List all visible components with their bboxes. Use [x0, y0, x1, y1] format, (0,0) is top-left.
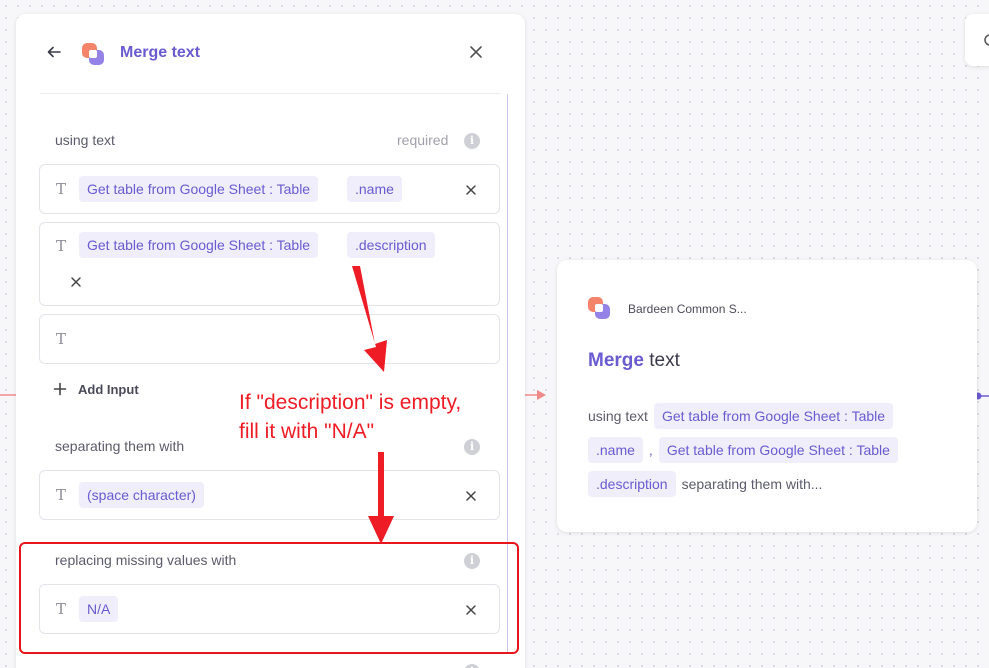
text-type-icon: T: [56, 486, 67, 504]
node-title-rest: text: [649, 350, 680, 371]
info-icon[interactable]: i: [464, 133, 480, 149]
separator-input[interactable]: T (space character): [39, 470, 500, 520]
node-comma: ,: [648, 442, 653, 458]
node-title: Merge text: [588, 350, 680, 372]
node-app-name: Bardeen Common S...: [628, 302, 747, 316]
node-summary-line-2: .name , Get table from Google Sheet : Ta…: [588, 437, 898, 463]
text-input-2[interactable]: T Get table from Google Sheet : Table .d…: [39, 222, 500, 306]
panel-title: Merge text: [120, 44, 201, 61]
required-label: required: [397, 132, 449, 148]
node-summary-line-3: .description separating them with...: [588, 471, 822, 497]
text-type-icon: T: [56, 180, 67, 198]
remove-icon[interactable]: [69, 275, 83, 289]
using-text-label: using text: [55, 132, 115, 148]
node-field-chip: .name: [588, 437, 643, 463]
node-summary-line-1: using text Get table from Google Sheet :…: [588, 403, 894, 429]
node-variable-chip: Get table from Google Sheet : Table: [658, 437, 898, 463]
field-chip[interactable]: .name: [347, 176, 402, 202]
text-type-icon: T: [56, 330, 67, 348]
node-using-text-label: using text: [588, 408, 648, 424]
node-field-chip: .description: [588, 471, 676, 497]
app-logo-icon: [588, 297, 610, 319]
info-icon[interactable]: i: [464, 664, 480, 668]
node-variable-chip: Get table from Google Sheet : Table: [653, 403, 894, 429]
close-icon[interactable]: [468, 44, 484, 60]
add-input-label: Add Input: [78, 382, 139, 397]
back-arrow-icon[interactable]: [45, 43, 63, 61]
node-title-accent: Merge: [588, 350, 644, 371]
merge-text-node[interactable]: Bardeen Common S... Merge text using tex…: [557, 260, 977, 532]
node-trailing-text: separating them with...: [681, 476, 823, 492]
variable-chip[interactable]: Get table from Google Sheet : Table: [79, 232, 319, 258]
panel-header: Merge text: [16, 14, 525, 94]
variable-chip[interactable]: Get table from Google Sheet : Table: [79, 176, 319, 202]
text-input-empty[interactable]: T: [39, 314, 500, 364]
search-icon: [984, 34, 989, 46]
value-chip[interactable]: (space character): [79, 482, 204, 508]
text-input-1[interactable]: T Get table from Google Sheet : Table .n…: [39, 164, 500, 214]
remove-icon[interactable]: [464, 183, 478, 197]
toolbar-button[interactable]: [965, 14, 989, 66]
annotation-text: If "description" is empty, fill it with …: [239, 391, 462, 443]
app-logo-icon: [82, 43, 104, 65]
text-type-icon: T: [56, 237, 67, 255]
plus-icon: [53, 382, 67, 396]
highlight-box: [19, 542, 519, 654]
remove-icon[interactable]: [464, 489, 478, 503]
separator-label: separating them with: [55, 438, 185, 454]
header-divider: [40, 93, 500, 94]
field-chip[interactable]: .description: [347, 232, 435, 258]
